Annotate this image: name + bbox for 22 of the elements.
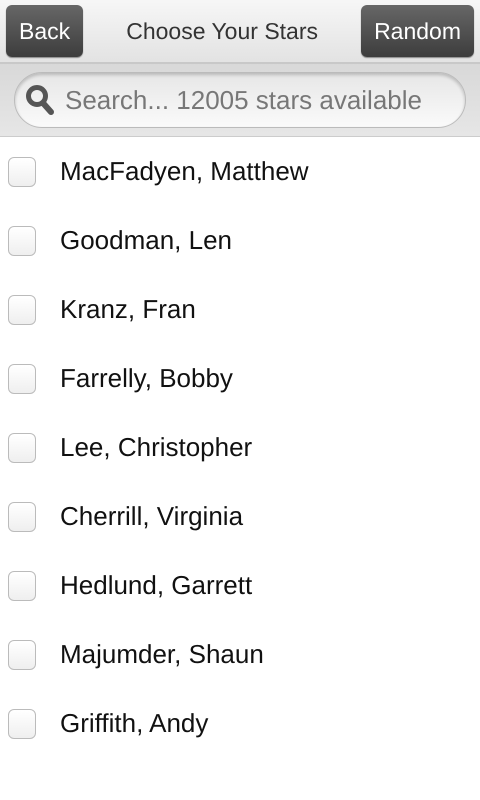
star-name[interactable]: Griffith, Andy <box>60 708 208 739</box>
star-name[interactable]: Cherrill, Virginia <box>60 501 244 532</box>
checkbox[interactable] <box>8 708 36 738</box>
search-field[interactable]: Search... 12005 stars available <box>14 72 466 128</box>
checkbox[interactable] <box>8 226 36 256</box>
star-name[interactable]: Goodman, Len <box>60 225 232 256</box>
star-name[interactable]: Majumder, Shaun <box>60 639 264 670</box>
star-name[interactable]: Farrelly, Bobby <box>60 363 233 394</box>
star-name[interactable]: Hedlund, Garrett <box>60 570 252 601</box>
checkbox[interactable] <box>8 502 36 532</box>
checkbox[interactable] <box>8 364 36 394</box>
star-name[interactable]: Kranz, Fran <box>60 294 196 325</box>
checkbox[interactable] <box>8 640 36 670</box>
random-button[interactable]: Random <box>361 5 474 57</box>
star-name[interactable]: MacFadyen, Matthew <box>60 156 309 187</box>
checkbox[interactable] <box>8 156 36 186</box>
checkbox[interactable] <box>8 294 36 324</box>
checkbox[interactable] <box>8 570 36 600</box>
star-name[interactable]: Lee, Christopher <box>60 432 252 463</box>
checkbox[interactable] <box>8 432 36 462</box>
page-title: Choose Your Stars <box>126 18 318 44</box>
back-button[interactable]: Back <box>6 5 84 57</box>
